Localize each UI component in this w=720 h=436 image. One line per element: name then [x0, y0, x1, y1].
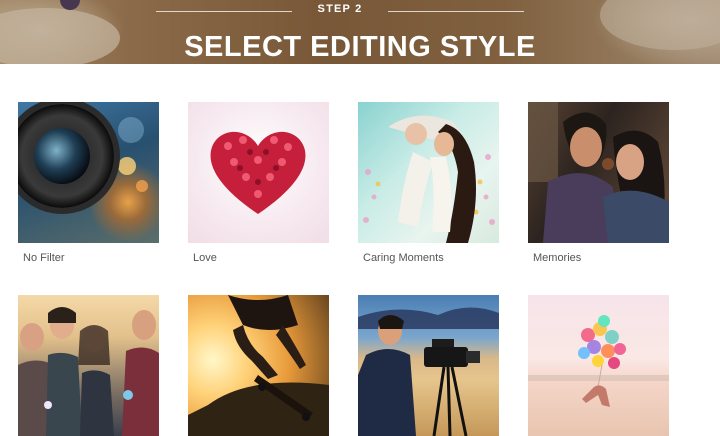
style-label: Love [193, 252, 217, 264]
couple-image [528, 102, 669, 243]
style-thumbnail-filmmaker[interactable] [358, 295, 499, 436]
balloons-image [528, 315, 669, 407]
page-title: SELECT EDITING STYLE [184, 31, 536, 63]
step-indicator: STEP 2 [156, 3, 524, 21]
mother-child-image [363, 115, 495, 243]
style-label: Caring Moments [363, 252, 444, 264]
style-label: No Filter [23, 252, 65, 264]
camera-lens-glass [34, 128, 90, 184]
divider-right [388, 11, 524, 12]
bokeh-light [118, 157, 136, 175]
style-thumbnail-friends[interactable] [18, 295, 159, 436]
bokeh-light [136, 180, 148, 192]
step-label: STEP 2 [317, 3, 363, 15]
style-thumbnail-skateboard[interactable] [188, 295, 329, 436]
style-thumbnail-caring-moments[interactable] [358, 102, 499, 243]
style-thumbnail-love[interactable] [188, 102, 329, 243]
friends-group-image [18, 307, 159, 436]
flower-heart-image [210, 131, 306, 214]
style-thumbnail-no-filter[interactable] [18, 102, 159, 243]
videographer-image [358, 307, 499, 436]
style-thumbnail-balloons[interactable] [528, 295, 669, 436]
skateboarder-image [188, 295, 329, 436]
header-banner: STEP 2 SELECT EDITING STYLE [0, 0, 720, 64]
style-label: Memories [533, 252, 582, 264]
bokeh-light [118, 117, 144, 143]
style-thumbnail-memories[interactable] [528, 102, 669, 243]
